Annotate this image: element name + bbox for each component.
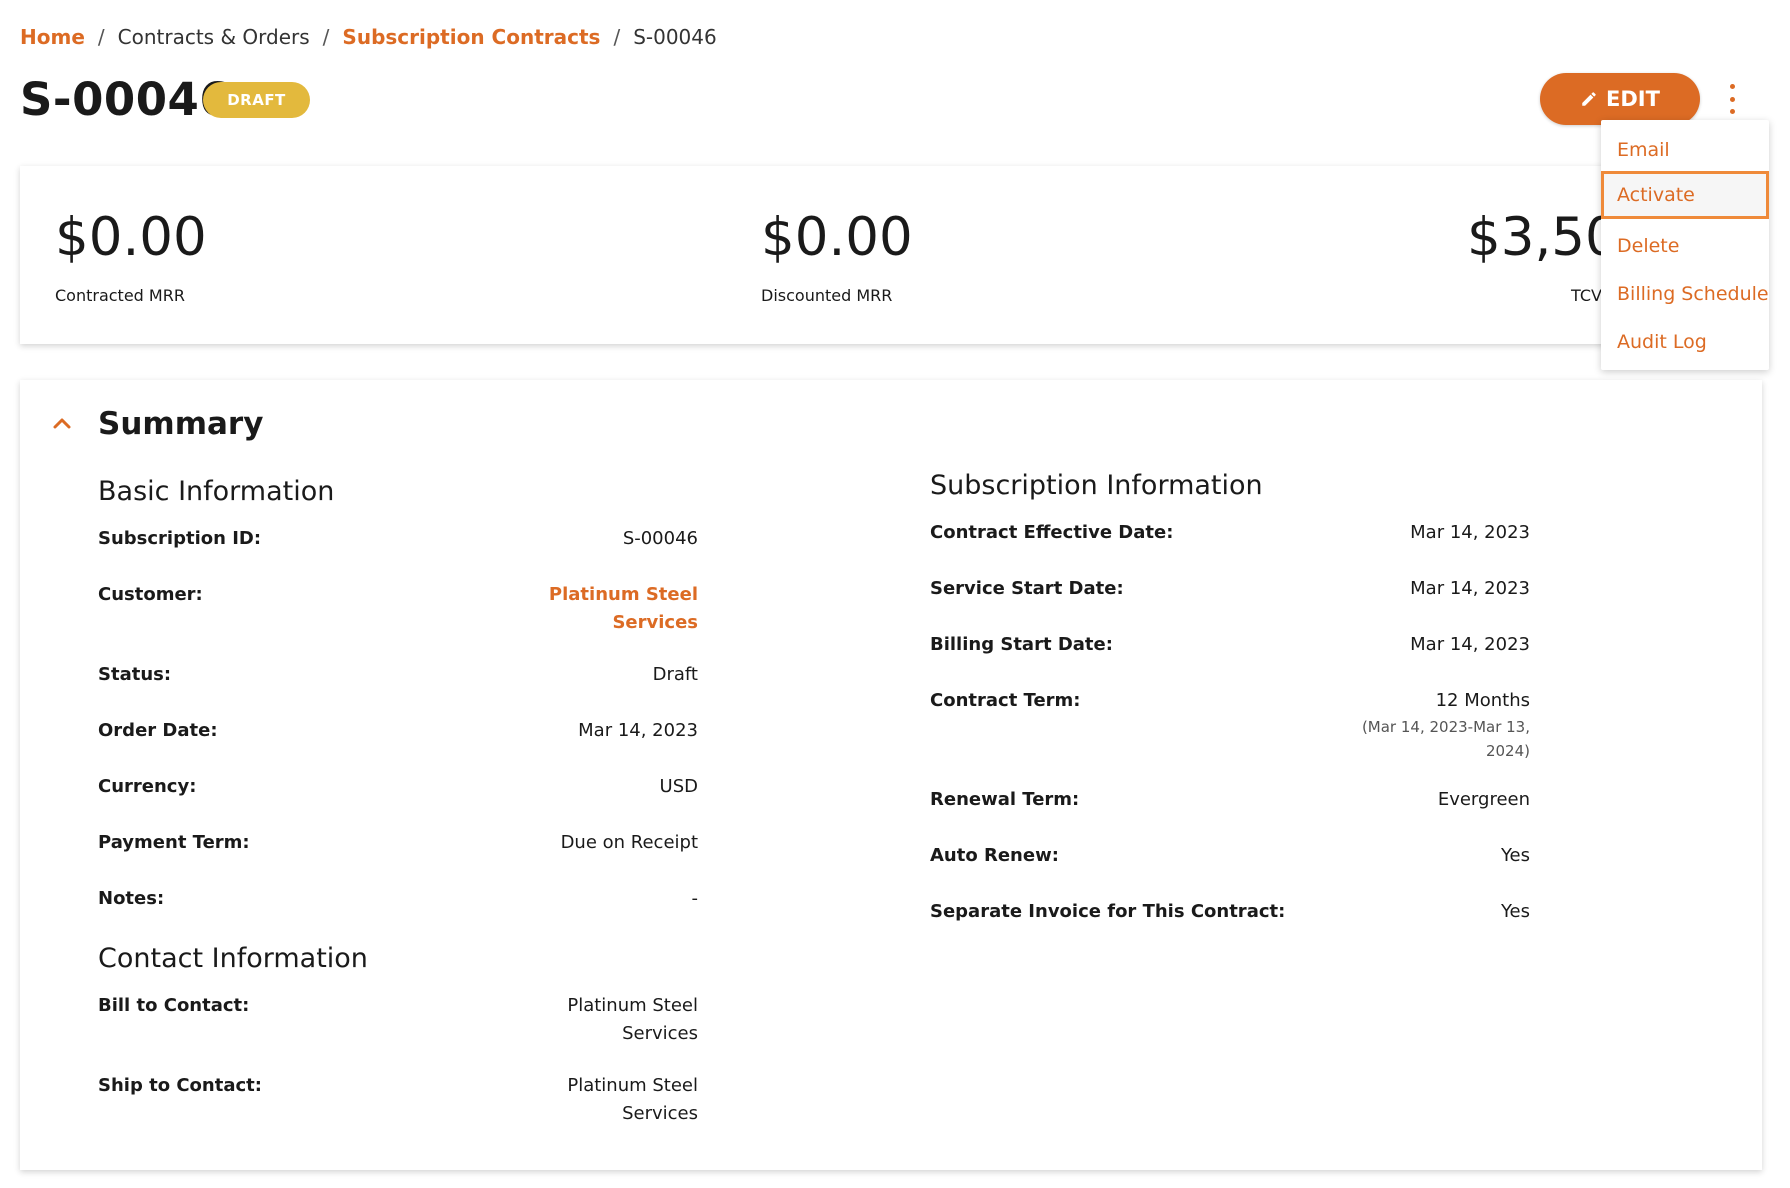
menu-item-email[interactable]: Email	[1601, 126, 1769, 174]
field-row-currency: Currency: USD	[98, 773, 698, 801]
field-label: Status:	[98, 664, 172, 685]
edit-button[interactable]: EDIT	[1540, 73, 1700, 125]
page-title: S-00046	[20, 73, 232, 126]
metric-value: $0.00	[761, 207, 913, 268]
field-row-ship-to-contact: Ship to Contact: Platinum Steel Services	[98, 1072, 698, 1128]
customer-link[interactable]: Platinum Steel Services	[549, 581, 698, 637]
field-value: USD	[659, 776, 698, 797]
pencil-icon	[1582, 92, 1596, 106]
metric-label: TCV	[1571, 286, 1602, 305]
contract-term-range: (Mar 14, 2023-Mar 13, 2024)	[1362, 715, 1530, 763]
field-value: Mar 14, 2023	[1410, 522, 1530, 543]
field-value: Yes	[1500, 901, 1530, 922]
customer-link-line: Platinum Steel	[548, 584, 698, 605]
breadcrumb-subscription-contracts-link[interactable]: Subscription Contracts	[342, 25, 600, 49]
field-label: Contract Effective Date:	[930, 522, 1174, 543]
menu-item-delete[interactable]: Delete	[1601, 222, 1769, 270]
field-row-service-start-date: Service Start Date: Mar 14, 2023	[930, 575, 1530, 603]
breadcrumb-separator: /	[322, 25, 330, 49]
field-label: Auto Renew:	[930, 845, 1059, 866]
metrics-card: $0.00 Contracted MRR $0.00 Discounted MR…	[20, 166, 1762, 344]
field-label: Subscription ID:	[98, 528, 262, 549]
contract-term-range-line: 2024)	[1485, 742, 1530, 760]
field-row-renewal-term: Renewal Term: Evergreen	[930, 786, 1530, 814]
contract-term-range-line: (Mar 14, 2023-Mar 13,	[1361, 718, 1530, 736]
breadcrumb-current: S-00046	[633, 25, 717, 49]
field-row-payment-term: Payment Term: Due on Receipt	[98, 829, 698, 857]
field-label: Order Date:	[98, 720, 218, 741]
more-options-icon[interactable]	[1720, 84, 1744, 114]
field-label: Contract Term:	[930, 690, 1081, 711]
field-value: Due on Receipt	[560, 832, 698, 853]
field-row-separate-invoice: Separate Invoice for This Contract: Yes	[930, 898, 1530, 926]
field-value: Evergreen	[1437, 789, 1530, 810]
breadcrumb-separator: /	[613, 25, 621, 49]
field-value: Platinum Steel Services	[567, 992, 698, 1048]
field-row-order-date: Order Date: Mar 14, 2023	[98, 717, 698, 745]
field-row-billing-start-date: Billing Start Date: Mar 14, 2023	[930, 631, 1530, 659]
metric-contracted-mrr: $0.00 Contracted MRR	[55, 207, 207, 306]
menu-item-audit-log[interactable]: Audit Log	[1601, 318, 1769, 366]
field-value-line: Services	[622, 1103, 698, 1124]
field-label: Bill to Contact:	[98, 995, 250, 1016]
field-label: Notes:	[98, 888, 165, 909]
field-value: S-00046	[622, 528, 698, 549]
edit-button-label: EDIT	[1606, 87, 1660, 111]
summary-title: Summary	[98, 406, 264, 442]
field-value: Mar 14, 2023	[578, 720, 698, 741]
menu-item-billing-schedule[interactable]: Billing Schedule	[1601, 270, 1769, 318]
field-value: Yes	[1500, 845, 1530, 866]
field-row-auto-renew: Auto Renew: Yes	[930, 842, 1530, 870]
basic-information-heading: Basic Information	[98, 476, 335, 507]
metric-value: $0.00	[55, 207, 207, 268]
status-badge: DRAFT	[203, 82, 310, 118]
field-value: 12 Months (Mar 14, 2023-Mar 13, 2024)	[1362, 687, 1530, 763]
metric-label: Discounted MRR	[761, 286, 893, 305]
field-label: Renewal Term:	[930, 789, 1080, 810]
metric-label: Contracted MRR	[55, 286, 185, 305]
field-label: Service Start Date:	[930, 578, 1124, 599]
field-value: Draft	[652, 664, 698, 685]
chevron-up-icon[interactable]	[50, 412, 74, 436]
field-value: Mar 14, 2023	[1410, 578, 1530, 599]
field-row-contract-term: Contract Term: 12 Months (Mar 14, 2023-M…	[930, 687, 1530, 763]
metric-discounted-mrr: $0.00 Discounted MRR	[761, 207, 913, 306]
field-label: Payment Term:	[98, 832, 250, 853]
more-options-menu: Email Activate Delete Billing Schedule A…	[1601, 120, 1769, 370]
field-value: Platinum Steel Services	[567, 1072, 698, 1128]
subscription-information-heading: Subscription Information	[930, 470, 1263, 501]
field-label: Customer:	[98, 584, 203, 605]
field-value-line: Services	[622, 1023, 698, 1044]
field-label: Ship to Contact:	[98, 1075, 262, 1096]
field-row-status: Status: Draft	[98, 661, 698, 689]
field-label: Currency:	[98, 776, 197, 797]
field-row-contract-effective-date: Contract Effective Date: Mar 14, 2023	[930, 519, 1530, 547]
contract-term-value: 12 Months	[1435, 690, 1530, 711]
breadcrumb-home-link[interactable]: Home	[20, 25, 85, 49]
field-value: -	[691, 888, 699, 909]
breadcrumb-separator: /	[97, 25, 105, 49]
menu-item-activate[interactable]: Activate	[1601, 171, 1769, 219]
contact-information-heading: Contact Information	[98, 943, 368, 974]
customer-link-line: Services	[612, 612, 698, 633]
field-row-customer: Customer: Platinum Steel Services	[98, 581, 698, 637]
breadcrumb: Home / Contracts & Orders / Subscription…	[20, 25, 717, 49]
field-row-notes: Notes: -	[98, 885, 698, 913]
field-row-subscription-id: Subscription ID: S-00046	[98, 525, 698, 553]
field-label: Separate Invoice for This Contract:	[930, 901, 1286, 922]
field-label: Billing Start Date:	[930, 634, 1113, 655]
breadcrumb-contracts-orders: Contracts & Orders	[117, 25, 310, 49]
summary-card: Summary Basic Information Subscription I…	[20, 380, 1762, 1170]
field-value-line: Platinum Steel	[567, 1075, 698, 1096]
field-value-line: Platinum Steel	[567, 995, 698, 1016]
field-value: Mar 14, 2023	[1410, 634, 1530, 655]
field-row-bill-to-contact: Bill to Contact: Platinum Steel Services	[98, 992, 698, 1048]
